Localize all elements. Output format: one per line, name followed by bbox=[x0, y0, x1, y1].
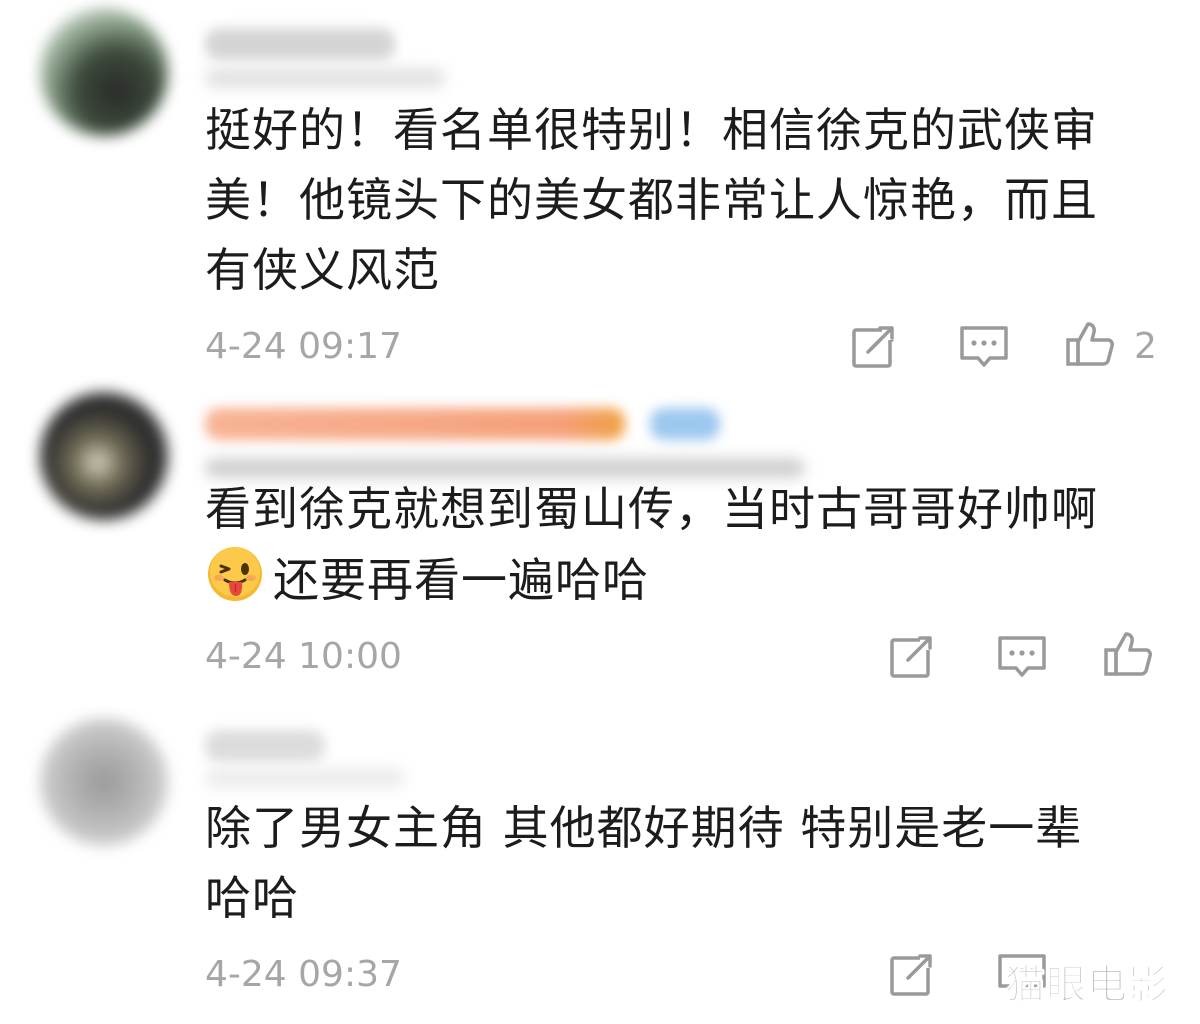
comment-text-line: 除了男女主角 其他都好期待 特别是老一辈 bbox=[205, 801, 1083, 855]
watermark: 猫眼电影 bbox=[1005, 962, 1169, 1009]
like-icon[interactable] bbox=[1102, 628, 1154, 680]
badge-blurred bbox=[650, 408, 720, 440]
subtitle-blurred bbox=[205, 68, 445, 88]
like-count: 2 bbox=[1134, 326, 1157, 367]
comment-text-line: 哈哈 bbox=[205, 871, 299, 925]
timestamp: 4-24 09:37 bbox=[205, 954, 402, 995]
username-blurred[interactable] bbox=[205, 408, 625, 440]
comment-text: 挺好的！看名单很特别！相信徐克的武侠审 美！他镜头下的美女都非常让人惊艳，而且 … bbox=[205, 95, 1145, 305]
username-blurred[interactable] bbox=[205, 28, 395, 60]
share-icon[interactable] bbox=[886, 630, 938, 682]
comment-text-line: 挺好的！看名单很特别！相信徐克的武侠审 bbox=[205, 103, 1098, 157]
timestamp: 4-24 10:00 bbox=[205, 636, 402, 677]
comment-text-line: 美！他镜头下的美女都非常让人惊艳，而且 bbox=[205, 173, 1098, 227]
comment-text: 除了男女主角 其他都好期待 特别是老一辈 哈哈 bbox=[205, 793, 1145, 933]
share-icon[interactable] bbox=[886, 948, 938, 1000]
comment-text-line: 有侠义风范 bbox=[205, 243, 440, 297]
comment-text-line: 还要再看一遍哈哈 bbox=[205, 544, 1145, 614]
timestamp: 4-24 09:17 bbox=[205, 326, 402, 367]
comment-text: 看到徐克就想到蜀山传，当时古哥哥好帅啊 还要再看一遍哈哈 bbox=[205, 474, 1145, 614]
tongue-out-emoji-icon bbox=[208, 547, 262, 601]
subtitle-blurred bbox=[205, 768, 405, 788]
avatar[interactable] bbox=[40, 392, 168, 520]
avatar[interactable] bbox=[40, 8, 168, 136]
avatar[interactable] bbox=[40, 718, 168, 846]
comment-text-segment: 还要再看一遍哈哈 bbox=[273, 553, 649, 607]
reply-icon[interactable] bbox=[958, 320, 1010, 372]
like-icon[interactable] bbox=[1064, 318, 1116, 370]
comment-text-line: 看到徐克就想到蜀山传，当时古哥哥好帅啊 bbox=[205, 482, 1098, 536]
reply-icon[interactable] bbox=[996, 630, 1048, 682]
username-blurred[interactable] bbox=[205, 730, 325, 762]
share-icon[interactable] bbox=[848, 320, 900, 372]
